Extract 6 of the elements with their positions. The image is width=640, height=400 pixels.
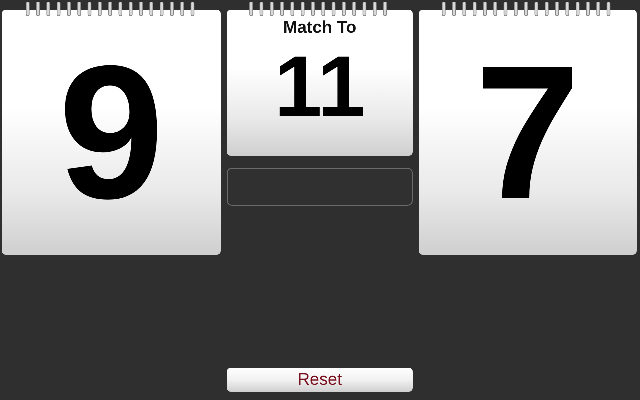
right-score: 7 — [475, 38, 581, 228]
match-score: 11 — [274, 44, 366, 130]
input-field[interactable] — [227, 168, 413, 206]
match-to-title: Match To — [283, 18, 357, 38]
reset-button[interactable]: Reset — [227, 368, 413, 392]
left-score: 9 — [58, 38, 164, 228]
